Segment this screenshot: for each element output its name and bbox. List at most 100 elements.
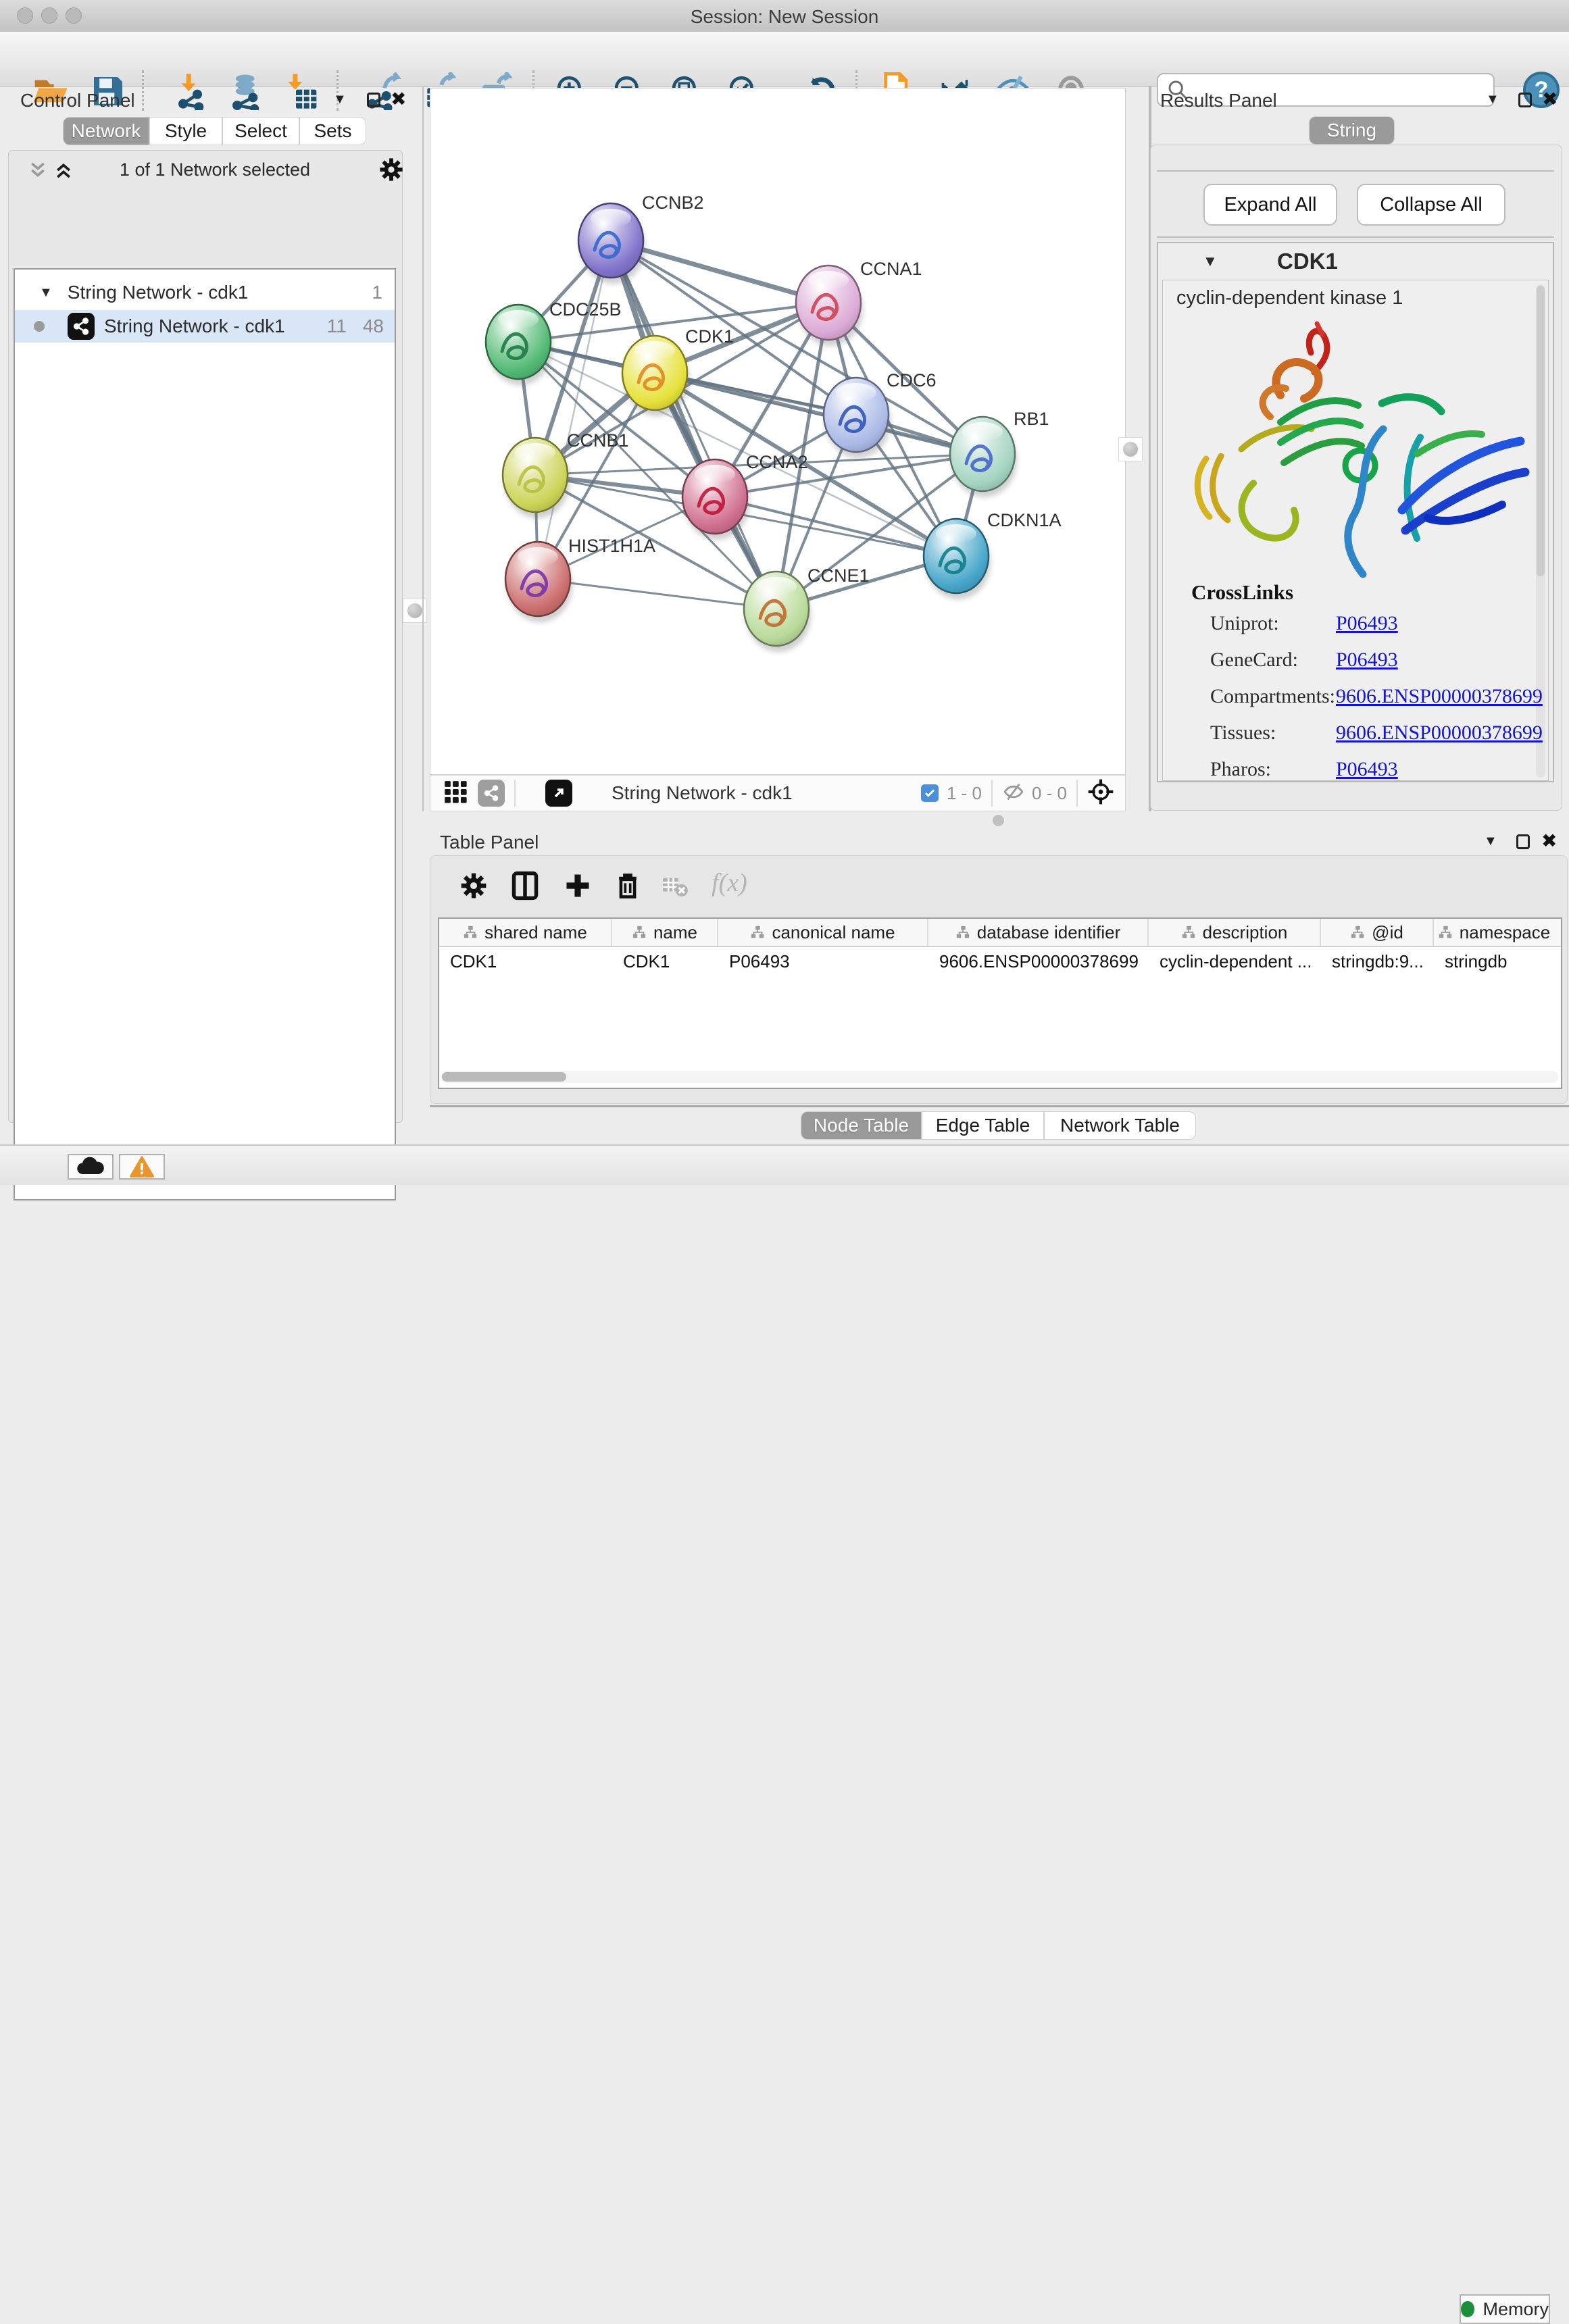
column-header[interactable]: namespace: [1434, 919, 1554, 946]
network-node-rb1[interactable]: RB1: [950, 409, 1049, 497]
network-node-cdkn1a[interactable]: CDKN1A: [924, 510, 1062, 599]
expand-all-networks-icon[interactable]: [52, 160, 75, 184]
column-header[interactable]: database identifier: [928, 919, 1149, 946]
network-collection-row[interactable]: ▼ String Network - cdk1 1: [15, 276, 395, 309]
selected-count: 1 - 0: [947, 783, 982, 804]
memory-button[interactable]: Memory: [1460, 2294, 1550, 2324]
tab-network-table[interactable]: Network Table: [1044, 1111, 1196, 1140]
cell-canonical-name[interactable]: P06493: [718, 947, 928, 976]
column-header[interactable]: name: [612, 919, 718, 946]
network-options-gear-icon[interactable]: [378, 156, 405, 186]
network-node-ccnb2[interactable]: CCNB2: [578, 193, 704, 284]
show-columns-icon[interactable]: [510, 871, 540, 904]
protein-structure-image: [1179, 315, 1530, 586]
network-node-count: 11: [327, 315, 347, 337]
results-panel-menu-caret-icon[interactable]: ▼: [1486, 92, 1499, 107]
table-options-gear-icon[interactable]: [459, 871, 489, 904]
network-edge[interactable]: [538, 241, 611, 579]
expand-all-button[interactable]: Expand All: [1203, 184, 1337, 226]
crosslink-tissues-link[interactable]: 9606.ENSP00000378699: [1336, 722, 1543, 744]
network-node-ccnb1[interactable]: CCNB1: [503, 430, 629, 518]
right-splitter-handle[interactable]: [1118, 437, 1143, 461]
cell-namespace[interactable]: stringdb: [1434, 947, 1554, 976]
crosslink-compartments-link[interactable]: 9606.ENSP00000378699: [1336, 685, 1543, 708]
control-panel: Control Panel ▼ ✖ Network Style Select S…: [0, 86, 422, 1144]
table-scrollbar-thumb[interactable]: [442, 1072, 566, 1082]
network-node-ccne1[interactable]: CCNE1: [744, 565, 870, 652]
network-node-cdc25b[interactable]: CDC25B: [486, 299, 622, 385]
string-network-icon: [68, 313, 95, 340]
cell-name[interactable]: CDK1: [612, 947, 718, 976]
network-graph[interactable]: CCNB2CCNA1CDC25BCDK1CDC6RB1CCNB1CCNA2CDK…: [430, 89, 1125, 774]
tab-style[interactable]: Style: [149, 117, 222, 145]
node-table: shared name name canonical name database…: [438, 917, 1562, 1089]
delete-column-trash-icon[interactable]: [613, 871, 643, 904]
column-header[interactable]: description: [1149, 919, 1321, 946]
crosslink-pharos-link[interactable]: P06493: [1336, 758, 1398, 781]
results-panel-close-icon[interactable]: ✖: [1542, 90, 1558, 109]
node-table-header: shared name name canonical name database…: [439, 919, 1561, 947]
gene-description: cyclin-dependent kinase 1: [1176, 287, 1403, 309]
crosslink-label: GeneCard:: [1210, 649, 1298, 672]
crosslink-genecard-link[interactable]: P06493: [1336, 649, 1398, 672]
collapse-all-networks-icon[interactable]: [26, 160, 49, 184]
column-header[interactable]: canonical name: [718, 919, 928, 946]
tab-select[interactable]: Select: [222, 117, 299, 145]
warnings-button[interactable]: [119, 1154, 165, 1180]
column-header[interactable]: @id: [1321, 919, 1434, 946]
cell-description[interactable]: cyclin-dependent ...: [1149, 947, 1321, 976]
tab-edge-table[interactable]: Edge Table: [922, 1111, 1044, 1140]
gene-symbol: CDK1: [1277, 249, 1338, 274]
tab-sets[interactable]: Sets: [299, 117, 366, 145]
automation-cloud-button[interactable]: [68, 1154, 114, 1180]
column-header[interactable]: shared name: [439, 919, 612, 946]
node-label: CCNB2: [642, 193, 704, 213]
network-node-cdc6[interactable]: CDC6: [824, 370, 937, 458]
results-panel-float-icon[interactable]: [1518, 93, 1532, 107]
center-view-crosshair-icon[interactable]: [1087, 778, 1114, 809]
toolbar-separator: [991, 780, 993, 807]
tab-string[interactable]: String: [1309, 116, 1395, 145]
network-thumbnail-icon[interactable]: [478, 780, 505, 807]
table-panel-divider: [430, 1105, 1569, 1107]
table-horizontal-scrollbar[interactable]: [441, 1071, 1558, 1083]
table-panel-close-icon[interactable]: ✖: [1541, 832, 1557, 851]
table-panel: Table Panel ▼ ✖: [430, 829, 1569, 856]
network-row[interactable]: String Network - cdk1 11 48: [15, 310, 395, 343]
crosslink-label: Pharos:: [1210, 758, 1271, 781]
control-panel-menu-caret-icon[interactable]: ▼: [333, 92, 347, 107]
cell-shared-name[interactable]: CDK1: [439, 947, 612, 976]
network-canvas[interactable]: CCNB2CCNA1CDC25BCDK1CDC6RB1CCNB1CCNA2CDK…: [430, 88, 1126, 775]
control-panel-close-icon[interactable]: ✖: [391, 90, 406, 109]
grid-view-icon[interactable]: [443, 779, 468, 808]
cell-database-identifier[interactable]: 9606.ENSP00000378699: [928, 947, 1149, 976]
crosslink-uniprot-link[interactable]: P06493: [1336, 612, 1398, 635]
table-panel-menu-caret-icon[interactable]: ▼: [1484, 834, 1497, 849]
table-panel-float-icon[interactable]: [1516, 834, 1530, 849]
crosslink-label: Uniprot:: [1210, 612, 1279, 635]
add-column-icon[interactable]: [563, 871, 593, 904]
gene-section-expander-icon[interactable]: ▼: [1203, 253, 1218, 270]
selected-nodes-checkbox-icon[interactable]: [921, 784, 939, 802]
network-edge[interactable]: [538, 579, 776, 609]
tab-network[interactable]: Network: [63, 117, 149, 145]
horizontal-splitter-handle[interactable]: [993, 815, 1004, 826]
node-label: CCNA1: [860, 259, 922, 279]
collection-count: 1: [372, 282, 382, 303]
toolbar-separator: [1076, 780, 1078, 807]
network-node-cdk1[interactable]: CDK1: [622, 326, 734, 416]
window-title: Session: New Session: [0, 6, 1569, 28]
collection-expander-icon[interactable]: ▼: [39, 285, 53, 301]
network-node-hist1h1a[interactable]: HIST1H1A: [505, 536, 655, 622]
control-panel-float-icon[interactable]: [367, 93, 380, 107]
tab-node-table[interactable]: Node Table: [801, 1111, 922, 1140]
warning-icon: [130, 1156, 154, 1178]
cell-id[interactable]: stringdb:9...: [1321, 947, 1434, 976]
delete-table-icon: [662, 875, 689, 903]
collapse-all-button[interactable]: Collapse All: [1357, 184, 1505, 226]
network-selected-status: 1 of 1 Network selected: [90, 159, 340, 180]
table-row[interactable]: CDK1 CDK1 P06493 9606.ENSP00000378699 cy…: [439, 947, 1561, 976]
results-scrollbar-thumb[interactable]: [1537, 286, 1545, 576]
birds-eye-view-icon[interactable]: [545, 780, 572, 807]
network-tree: ▼ String Network - cdk1 1 String Network…: [14, 268, 396, 1201]
